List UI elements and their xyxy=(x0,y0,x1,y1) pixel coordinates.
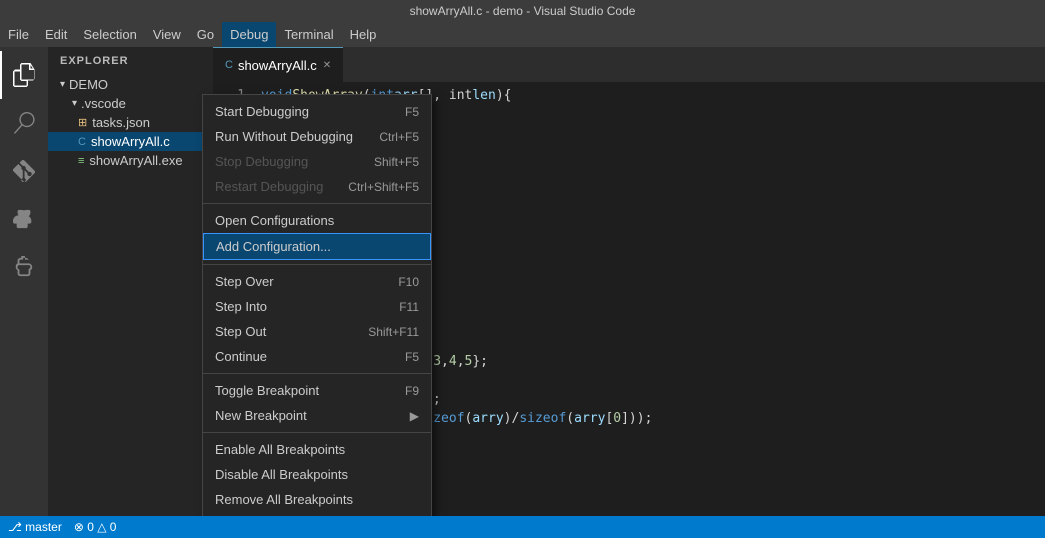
new-breakpoint-arrow: ▶ xyxy=(410,409,419,423)
restart-debugging-shortcut: Ctrl+Shift+F5 xyxy=(348,180,419,194)
activity-explorer[interactable] xyxy=(0,51,48,99)
debug-step-over[interactable]: Step Over F10 xyxy=(203,269,431,294)
debug-restart-debugging: Restart Debugging Ctrl+Shift+F5 xyxy=(203,174,431,199)
tab-show-arry-c[interactable]: C showArryAll.c ✕ xyxy=(213,47,343,82)
explorer-section: ▾ DEMO ▾ .vscode ⊞ tasks.json C showArry… xyxy=(48,75,213,170)
debug-stop-debugging: Stop Debugging Shift+F5 xyxy=(203,149,431,174)
explorer-tasks-json[interactable]: ⊞ tasks.json xyxy=(48,113,213,132)
debug-menu-section-1: Start Debugging F5 Run Without Debugging… xyxy=(203,95,431,204)
debug-start-debugging[interactable]: Start Debugging F5 xyxy=(203,99,431,124)
continue-label: Continue xyxy=(215,349,267,364)
explorer-vscode-folder[interactable]: ▾ .vscode xyxy=(48,94,213,113)
debug-menu-section-4: Toggle Breakpoint F9 New Breakpoint ▶ xyxy=(203,374,431,433)
continue-shortcut: F5 xyxy=(405,350,419,364)
show-arry-c-label: showArryAll.c xyxy=(91,134,170,149)
run-without-debugging-label: Run Without Debugging xyxy=(215,129,353,144)
debug-step-into[interactable]: Step Into F11 xyxy=(203,294,431,319)
activity-search[interactable] xyxy=(0,99,48,147)
debug-new-breakpoint[interactable]: New Breakpoint ▶ xyxy=(203,403,431,428)
stop-debugging-label: Stop Debugging xyxy=(215,154,308,169)
tab-bar: C showArryAll.c ✕ xyxy=(213,47,1045,82)
debug-open-configurations[interactable]: Open Configurations xyxy=(203,208,431,233)
remove-all-breakpoints-label: Remove All Breakpoints xyxy=(215,492,353,507)
sidebar: EXPLORER ▾ DEMO ▾ .vscode ⊞ tasks.json C… xyxy=(48,47,213,516)
stop-debugging-shortcut: Shift+F5 xyxy=(374,155,419,169)
step-out-label: Step Out xyxy=(215,324,266,339)
tab-close-btn[interactable]: ✕ xyxy=(323,60,331,71)
status-bar: ⎇ master ⊗ 0 △ 0 xyxy=(0,516,1045,538)
tab-label: showArryAll.c xyxy=(238,58,317,73)
step-into-label: Step Into xyxy=(215,299,267,314)
step-into-shortcut: F11 xyxy=(399,300,419,314)
activity-git[interactable] xyxy=(0,147,48,195)
debug-step-out[interactable]: Step Out Shift+F11 xyxy=(203,319,431,344)
explorer-demo-folder[interactable]: ▾ DEMO xyxy=(48,75,213,94)
menu-debug[interactable]: Debug xyxy=(222,22,276,47)
new-breakpoint-label: New Breakpoint xyxy=(215,408,307,423)
main-area: EXPLORER ▾ DEMO ▾ .vscode ⊞ tasks.json C… xyxy=(0,47,1045,516)
add-configuration-label: Add Configuration... xyxy=(216,239,331,254)
debug-menu: Start Debugging F5 Run Without Debugging… xyxy=(202,94,432,516)
debug-run-without-debugging[interactable]: Run Without Debugging Ctrl+F5 xyxy=(203,124,431,149)
enable-all-breakpoints-label: Enable All Breakpoints xyxy=(215,442,345,457)
menu-selection[interactable]: Selection xyxy=(75,22,144,47)
menu-go[interactable]: Go xyxy=(189,22,222,47)
start-debugging-label: Start Debugging xyxy=(215,104,309,119)
menu-edit[interactable]: Edit xyxy=(37,22,75,47)
explorer-show-arry-c[interactable]: C showArryAll.c xyxy=(48,132,213,151)
menu-file[interactable]: File xyxy=(0,22,37,47)
titlebar: showArryAll.c - demo - Visual Studio Cod… xyxy=(0,0,1045,22)
step-over-shortcut: F10 xyxy=(398,275,419,289)
c-file-icon: C xyxy=(78,136,86,148)
json-file-icon: ⊞ xyxy=(78,116,87,129)
activity-debug[interactable] xyxy=(0,195,48,243)
titlebar-text: showArryAll.c - demo - Visual Studio Cod… xyxy=(410,4,636,18)
sidebar-title: EXPLORER xyxy=(48,47,213,75)
debug-continue[interactable]: Continue F5 xyxy=(203,344,431,369)
status-bar-branch: ⎇ master xyxy=(8,520,62,534)
show-arry-exe-label: showArryAll.exe xyxy=(89,153,182,168)
debug-menu-section-2: Open Configurations Add Configuration... xyxy=(203,204,431,265)
step-out-shortcut: Shift+F11 xyxy=(368,325,419,339)
menu-view[interactable]: View xyxy=(145,22,189,47)
start-debugging-shortcut: F5 xyxy=(405,105,419,119)
menu-help[interactable]: Help xyxy=(342,22,385,47)
toggle-breakpoint-label: Toggle Breakpoint xyxy=(215,383,319,398)
toggle-breakpoint-shortcut: F9 xyxy=(405,384,419,398)
menubar: File Edit Selection View Go Debug Termin… xyxy=(0,22,1045,47)
menu-terminal[interactable]: Terminal xyxy=(276,22,341,47)
restart-debugging-label: Restart Debugging xyxy=(215,179,323,194)
debug-disable-all-breakpoints[interactable]: Disable All Breakpoints xyxy=(203,462,431,487)
debug-enable-all-breakpoints[interactable]: Enable All Breakpoints xyxy=(203,437,431,462)
activity-bar xyxy=(0,47,48,516)
debug-remove-all-breakpoints[interactable]: Remove All Breakpoints xyxy=(203,487,431,512)
debug-toggle-breakpoint[interactable]: Toggle Breakpoint F9 xyxy=(203,378,431,403)
demo-folder-label: DEMO xyxy=(69,77,108,92)
debug-add-configuration[interactable]: Add Configuration... xyxy=(203,233,431,260)
run-without-debugging-shortcut: Ctrl+F5 xyxy=(379,130,419,144)
status-bar-errors: ⊗ 0 △ 0 xyxy=(74,520,117,534)
activity-extensions[interactable] xyxy=(0,243,48,291)
explorer-show-arry-exe[interactable]: ≡ showArryAll.exe xyxy=(48,151,213,170)
open-configurations-label: Open Configurations xyxy=(215,213,334,228)
exe-file-icon: ≡ xyxy=(78,155,84,167)
debug-menu-section-3: Step Over F10 Step Into F11 Step Out Shi… xyxy=(203,265,431,374)
step-over-label: Step Over xyxy=(215,274,274,289)
debug-menu-section-5: Enable All Breakpoints Disable All Break… xyxy=(203,433,431,516)
vscode-folder-label: .vscode xyxy=(81,96,126,111)
tab-c-icon: C xyxy=(225,59,233,71)
disable-all-breakpoints-label: Disable All Breakpoints xyxy=(215,467,348,482)
tasks-json-label: tasks.json xyxy=(92,115,150,130)
